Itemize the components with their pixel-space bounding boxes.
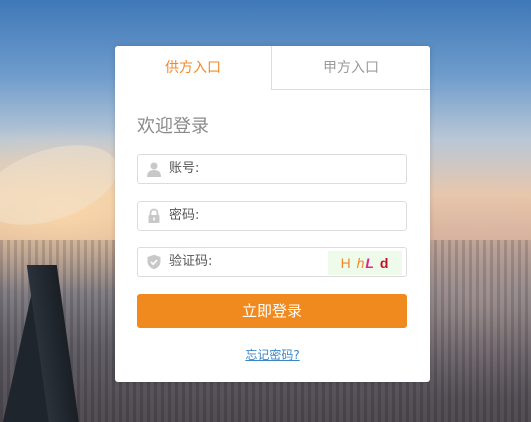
captcha-field[interactable]: 验证码: H hL d: [137, 247, 407, 277]
lock-icon: [146, 208, 162, 224]
account-input[interactable]: [210, 157, 394, 183]
shield-icon: [146, 254, 162, 270]
login-card: 供方入口 甲方入口 欢迎登录 账号: 密码: 验证码: H hL d 立即登录 …: [115, 46, 430, 382]
login-heading: 欢迎登录: [137, 116, 209, 137]
password-field[interactable]: 密码:: [137, 201, 407, 231]
captcha-label: 验证码:: [169, 254, 213, 269]
password-input[interactable]: [210, 204, 394, 230]
captcha-char: H: [340, 255, 352, 271]
account-label: 账号:: [169, 161, 200, 176]
captcha-image[interactable]: H hL d: [328, 251, 402, 275]
captcha-char: L: [365, 255, 375, 271]
user-icon: [146, 161, 162, 177]
tab-buyer-entry[interactable]: 甲方入口: [271, 46, 430, 90]
password-label: 密码:: [169, 208, 200, 223]
captcha-input[interactable]: [210, 250, 314, 276]
tab-supplier-entry[interactable]: 供方入口: [115, 46, 271, 90]
account-field[interactable]: 账号:: [137, 154, 407, 184]
background-river: [0, 130, 128, 240]
login-button[interactable]: 立即登录: [137, 294, 407, 328]
captcha-char: d: [379, 255, 390, 271]
forgot-password-link[interactable]: 忘记密码?: [115, 346, 430, 363]
entry-tabs: 供方入口 甲方入口: [115, 46, 430, 91]
